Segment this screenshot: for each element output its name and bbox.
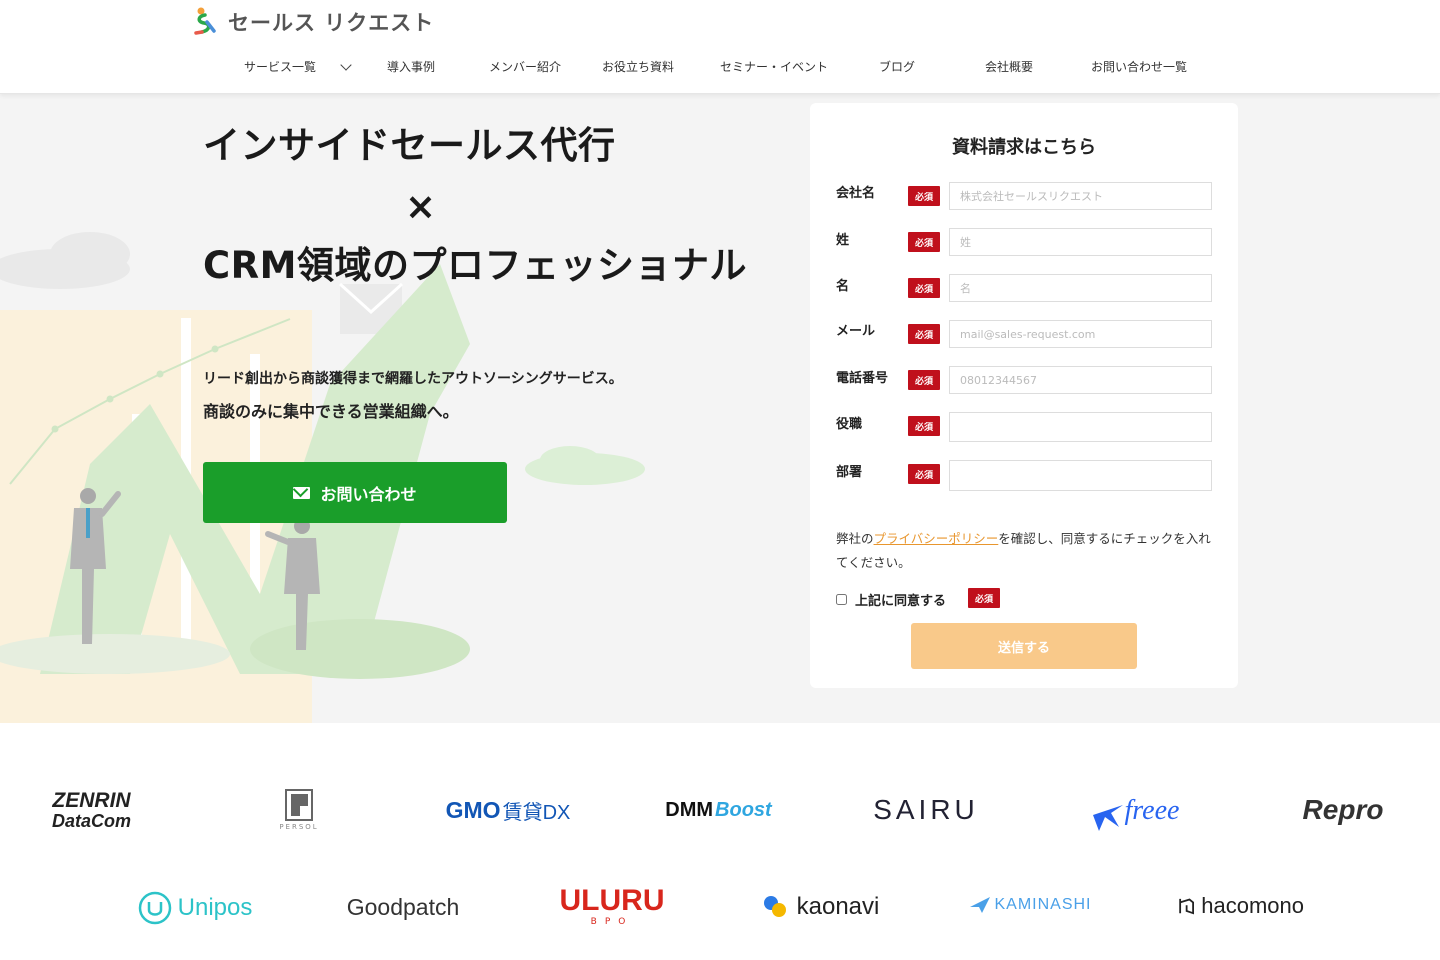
phone-input[interactable] bbox=[949, 366, 1212, 394]
hero-title-line2: × bbox=[405, 185, 437, 228]
nav-item-cases[interactable]: 導入事例 bbox=[387, 58, 435, 75]
logo-text: セールス リクエスト bbox=[228, 11, 435, 35]
nav-item-label: ブログ bbox=[879, 60, 916, 74]
nav-item-resources[interactable]: お役立ち資料 bbox=[602, 58, 674, 75]
nav-item-contact-list[interactable]: お問い合わせ一覧 bbox=[1091, 58, 1187, 75]
logo-unipos: Unipos bbox=[133, 889, 257, 927]
hero-title-line3: CRM領域のプロフェッショナル bbox=[203, 244, 747, 287]
hero-tagline: 商談のみに集中できる営業組織へ。 bbox=[203, 402, 459, 421]
field-label-company: 会社名 bbox=[836, 186, 876, 201]
hacomono-mark-icon bbox=[1179, 898, 1194, 915]
logo-uluru-bpo: ULURU BPO bbox=[559, 884, 665, 928]
required-badge: 必須 bbox=[908, 324, 940, 344]
agree-label[interactable]: 上記に同意する bbox=[855, 590, 946, 609]
field-label-position: 役職 bbox=[836, 417, 863, 432]
nav-item-blog[interactable]: ブログ bbox=[879, 58, 915, 75]
required-badge: 必須 bbox=[908, 416, 940, 436]
nav-item-company[interactable]: 会社概要 bbox=[985, 58, 1033, 75]
nav-item-label: お役立ち資料 bbox=[602, 60, 675, 74]
required-badge: 必須 bbox=[908, 186, 940, 206]
field-label-first-name: 名 bbox=[836, 279, 850, 294]
required-badge: 必須 bbox=[908, 278, 940, 298]
required-badge: 必須 bbox=[908, 232, 940, 252]
required-badge: 必須 bbox=[908, 370, 940, 390]
hero-subtitle: リード創出から商談獲得まで網羅したアウトソーシングサービス。 bbox=[203, 371, 623, 387]
client-logos-section: ZENRIN DataCom PERSOL GMO 賃貸DX DMM Boost SA… bbox=[0, 723, 1440, 960]
logo-kaonavi: kaonavi bbox=[750, 889, 890, 925]
hero-title-line1: インサイドセールス代行 bbox=[203, 124, 616, 167]
site-header: セールス リクエスト サービス一覧 導入事例 メンバー紹介 お役立ち資料 セミナ… bbox=[0, 0, 1440, 94]
nav-item-label: メンバー紹介 bbox=[489, 60, 562, 74]
main-nav: サービス一覧 導入事例 メンバー紹介 お役立ち資料 セミナー・イベント ブログ … bbox=[0, 58, 1440, 82]
department-input[interactable] bbox=[949, 460, 1212, 491]
kaminashi-plane-icon bbox=[970, 897, 991, 913]
logo-zenrin-datacom: ZENRIN DataCom bbox=[51, 789, 131, 831]
company-input[interactable] bbox=[949, 182, 1212, 210]
nav-item-label: 会社概要 bbox=[985, 60, 1034, 74]
nav-item-label: サービス一覧 bbox=[244, 60, 317, 74]
privacy-policy-link[interactable]: プライバシーポリシー bbox=[874, 531, 999, 546]
logo-goodpatch: Goodpatch bbox=[346, 893, 460, 920]
last-name-input[interactable] bbox=[949, 228, 1212, 256]
freee-bird-icon bbox=[1092, 805, 1123, 831]
nav-item-label: お問い合わせ一覧 bbox=[1091, 60, 1188, 74]
contact-cta-button[interactable]: お問い合わせ bbox=[203, 462, 507, 523]
logo-hacomono: hacomono bbox=[1178, 889, 1304, 923]
email-input[interactable] bbox=[949, 320, 1212, 348]
logo-freee: freee bbox=[1072, 789, 1196, 833]
first-name-input[interactable] bbox=[949, 274, 1212, 302]
nav-item-services[interactable]: サービス一覧 bbox=[244, 58, 352, 75]
required-badge: 必須 bbox=[908, 464, 940, 484]
unipos-mark-icon bbox=[138, 891, 171, 925]
field-label-last-name: 姓 bbox=[836, 233, 850, 248]
logo-sairu: SAIRU bbox=[873, 794, 979, 825]
required-badge: 必須 bbox=[968, 588, 1000, 608]
logo-repro: Repro bbox=[1302, 794, 1384, 825]
field-label-phone: 電話番号 bbox=[836, 371, 889, 386]
field-label-email: メール bbox=[836, 324, 876, 339]
agree-checkbox[interactable] bbox=[836, 594, 847, 605]
logo-gmo-chintai-dx: GMO 賃貸DX bbox=[445, 796, 571, 824]
field-label-department: 部署 bbox=[836, 465, 863, 480]
nav-item-label: セミナー・イベント bbox=[720, 60, 829, 74]
nav-item-seminars[interactable]: セミナー・イベント bbox=[720, 58, 828, 75]
privacy-consent-text: 弊社のプライバシーポリシーを確認し、同意するにチェックを入れてください。 bbox=[836, 531, 1211, 570]
logo-kaminashi: KAMINASHI bbox=[963, 887, 1097, 923]
contact-cta-label: お問い合わせ bbox=[320, 484, 417, 504]
site-logo[interactable]: セールス リクエスト bbox=[192, 4, 434, 40]
logo-persol: PERSOL bbox=[275, 787, 323, 833]
position-input[interactable] bbox=[949, 412, 1212, 442]
submit-button[interactable]: 送信する bbox=[911, 623, 1137, 669]
kaonavi-mark-icon bbox=[763, 896, 786, 917]
persol-mark-icon bbox=[285, 789, 313, 821]
mail-icon bbox=[293, 486, 311, 499]
hero-section: インサイドセールス代行 × CRM領域のプロフェッショナル リード創出から商談獲… bbox=[0, 94, 1440, 723]
chevron-down-icon bbox=[340, 58, 352, 71]
nav-item-members[interactable]: メンバー紹介 bbox=[489, 58, 561, 75]
form-title: 資料請求はこちら bbox=[952, 137, 1096, 158]
logo-icon bbox=[194, 7, 216, 35]
nav-item-label: 導入事例 bbox=[387, 60, 436, 74]
document-request-form: 資料請求はこちら 会社名 必須 姓 必須 名 必須 メール 必須 電話番号 必須… bbox=[810, 103, 1238, 688]
agree-row: 上記に同意する bbox=[836, 590, 946, 609]
logo-dmm-boost: DMM Boost bbox=[665, 798, 772, 821]
